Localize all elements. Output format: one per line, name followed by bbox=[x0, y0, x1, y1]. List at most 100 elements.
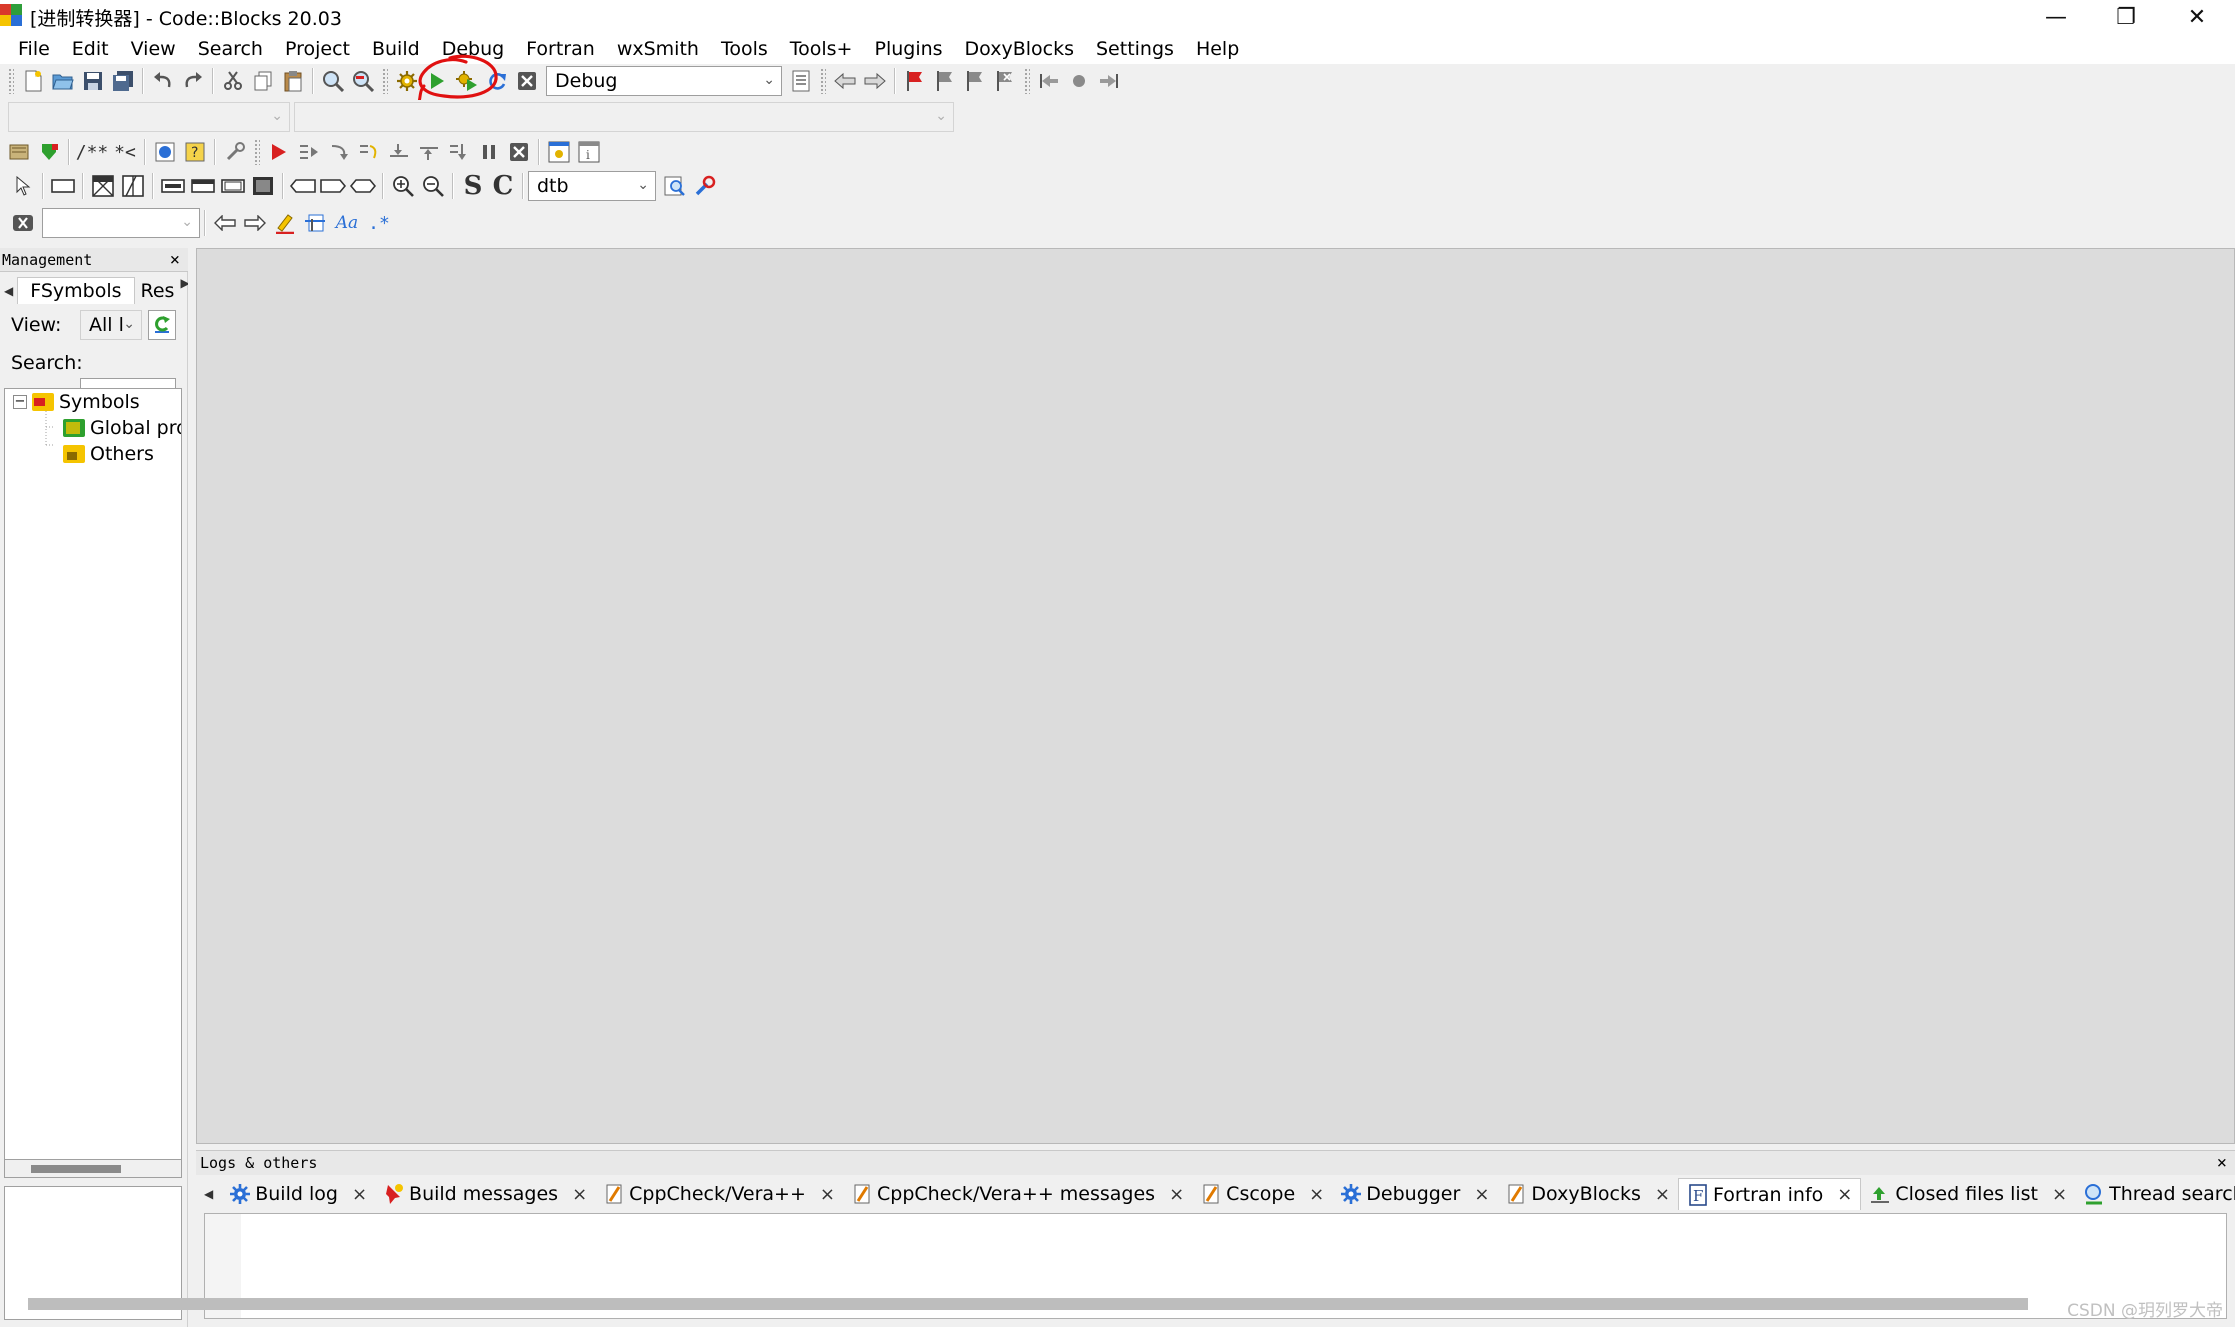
close-tab-icon[interactable]: × bbox=[352, 1184, 367, 1205]
tab-fortran-info[interactable]: F Fortran info × bbox=[1677, 1178, 1862, 1210]
menu-fortran[interactable]: Fortran bbox=[515, 38, 606, 60]
tab-resources[interactable]: Res bbox=[135, 278, 181, 304]
close-tab-icon[interactable]: × bbox=[1837, 1184, 1852, 1205]
scrollbar-thumb[interactable] bbox=[31, 1165, 121, 1173]
menu-plugins[interactable]: Plugins bbox=[863, 38, 953, 60]
match-case-button[interactable]: Aa bbox=[330, 208, 364, 238]
close-window-button[interactable]: ✕ bbox=[2162, 0, 2232, 34]
doxy-config-icon[interactable] bbox=[220, 137, 250, 167]
font-select[interactable]: dtb ⌄ bbox=[528, 171, 656, 201]
close-tab-icon[interactable]: × bbox=[1309, 1184, 1324, 1205]
toggle-bookmark-icon[interactable] bbox=[900, 66, 930, 96]
tab-cscope[interactable]: Cscope × bbox=[1192, 1178, 1332, 1210]
next-line-icon[interactable] bbox=[324, 137, 354, 167]
tree-node-symbols[interactable]: − Symbols bbox=[13, 391, 140, 413]
jump-back-icon[interactable] bbox=[830, 66, 860, 96]
wx-s-button[interactable]: S bbox=[458, 171, 488, 201]
run-html-icon[interactable] bbox=[150, 137, 180, 167]
menu-view[interactable]: View bbox=[120, 38, 187, 60]
settings-wrench-icon[interactable] bbox=[690, 171, 720, 201]
tab-cppcheck[interactable]: CppCheck/Vera++ × bbox=[595, 1178, 843, 1210]
tab-scroll-left-icon[interactable]: ◀ bbox=[0, 284, 17, 304]
management-close-button[interactable]: × bbox=[170, 248, 180, 272]
sizer-icon[interactable] bbox=[88, 171, 118, 201]
comment-block-button[interactable]: /** bbox=[74, 137, 110, 167]
open-file-icon[interactable] bbox=[48, 66, 78, 96]
zoom-in-icon[interactable] bbox=[388, 171, 418, 201]
record-icon[interactable] bbox=[1064, 66, 1094, 96]
clear-search-icon[interactable] bbox=[8, 208, 38, 238]
close-tab-icon[interactable]: × bbox=[1474, 1184, 1489, 1205]
close-tab-icon[interactable]: × bbox=[2052, 1184, 2067, 1205]
refresh-symbols-button[interactable] bbox=[148, 310, 176, 340]
insert-after-icon[interactable] bbox=[218, 171, 248, 201]
tab-thread-search[interactable]: Thread search × bbox=[2075, 1178, 2235, 1210]
next-bookmark-icon[interactable] bbox=[960, 66, 990, 96]
zoom-out-icon[interactable] bbox=[418, 171, 448, 201]
pointer-icon[interactable] bbox=[8, 171, 38, 201]
menu-edit[interactable]: Edit bbox=[61, 38, 120, 60]
replace-icon[interactable] bbox=[348, 66, 378, 96]
cut-icon[interactable] bbox=[218, 66, 248, 96]
jump-forward-icon[interactable] bbox=[860, 66, 890, 96]
comment-line-button[interactable]: *< bbox=[110, 137, 140, 167]
menu-file[interactable]: File bbox=[7, 38, 61, 60]
build-target-select[interactable]: Debug ⌄ bbox=[546, 66, 782, 96]
paste-icon[interactable] bbox=[278, 66, 308, 96]
logs-close-button[interactable]: × bbox=[2217, 1151, 2227, 1175]
insert-box-icon[interactable] bbox=[48, 171, 78, 201]
tab-closed-files[interactable]: Closed files list × bbox=[1861, 1178, 2075, 1210]
step-forward-icon[interactable] bbox=[1094, 66, 1124, 96]
tag-left-icon[interactable] bbox=[288, 171, 318, 201]
step-out-icon[interactable] bbox=[414, 137, 444, 167]
menu-tools-plus[interactable]: Tools+ bbox=[779, 38, 864, 60]
run-chm-icon[interactable]: ? bbox=[180, 137, 210, 167]
save-icon[interactable] bbox=[78, 66, 108, 96]
tab-scroll-left-icon[interactable]: ◀ bbox=[196, 1187, 221, 1201]
doxywizard-icon[interactable] bbox=[4, 137, 34, 167]
menu-help[interactable]: Help bbox=[1185, 38, 1250, 60]
tab-build-messages[interactable]: Build messages × bbox=[375, 1178, 595, 1210]
tab-build-log[interactable]: Build log × bbox=[221, 1178, 375, 1210]
new-file-icon[interactable] bbox=[18, 66, 48, 96]
close-tab-icon[interactable]: × bbox=[572, 1184, 587, 1205]
tree-node-global-procs[interactable]: Global pro bbox=[63, 417, 181, 439]
search-combo[interactable]: ⌄ bbox=[42, 208, 200, 238]
tree-node-others[interactable]: Others bbox=[63, 443, 154, 465]
redo-icon[interactable] bbox=[178, 66, 208, 96]
insert-into-icon[interactable] bbox=[158, 171, 188, 201]
grid-sizer-icon[interactable] bbox=[118, 171, 148, 201]
close-tab-icon[interactable]: × bbox=[820, 1184, 835, 1205]
insert-filled-icon[interactable] bbox=[248, 171, 278, 201]
next-instruction-icon[interactable] bbox=[354, 137, 384, 167]
selection-only-icon[interactable] bbox=[300, 208, 330, 238]
search-page-icon[interactable] bbox=[660, 171, 690, 201]
debug-start-icon[interactable] bbox=[264, 137, 294, 167]
tab-cppcheck-messages[interactable]: CppCheck/Vera++ messages × bbox=[843, 1178, 1192, 1210]
tab-debugger[interactable]: Debugger × bbox=[1332, 1178, 1497, 1210]
restore-button[interactable]: ❐ bbox=[2091, 0, 2161, 34]
tag-both-icon[interactable] bbox=[348, 171, 378, 201]
save-all-icon[interactable] bbox=[108, 66, 138, 96]
previous-bookmark-icon[interactable] bbox=[930, 66, 960, 96]
step-into-icon[interactable] bbox=[384, 137, 414, 167]
menu-doxyblocks[interactable]: DoxyBlocks bbox=[954, 38, 1085, 60]
regex-button[interactable]: .* bbox=[364, 208, 394, 238]
abort-icon[interactable] bbox=[512, 66, 542, 96]
close-tab-icon[interactable]: × bbox=[1169, 1184, 1184, 1205]
extract-docs-icon[interactable] bbox=[34, 137, 64, 167]
tag-right-icon[interactable] bbox=[318, 171, 348, 201]
step-back-icon[interactable] bbox=[1034, 66, 1064, 96]
step-into-instruction-icon[interactable] bbox=[444, 137, 474, 167]
clear-bookmarks-icon[interactable] bbox=[990, 66, 1020, 96]
collapse-icon[interactable]: − bbox=[13, 395, 27, 409]
close-tab-icon[interactable]: × bbox=[1655, 1184, 1670, 1205]
stop-debugger-icon[interactable] bbox=[504, 137, 534, 167]
menu-wxsmith[interactable]: wxSmith bbox=[606, 38, 710, 60]
menu-tools[interactable]: Tools bbox=[710, 38, 779, 60]
menu-search[interactable]: Search bbox=[187, 38, 274, 60]
undo-icon[interactable] bbox=[148, 66, 178, 96]
menu-project[interactable]: Project bbox=[274, 38, 361, 60]
function-select[interactable]: ⌄ bbox=[294, 102, 954, 132]
insert-before-icon[interactable] bbox=[188, 171, 218, 201]
